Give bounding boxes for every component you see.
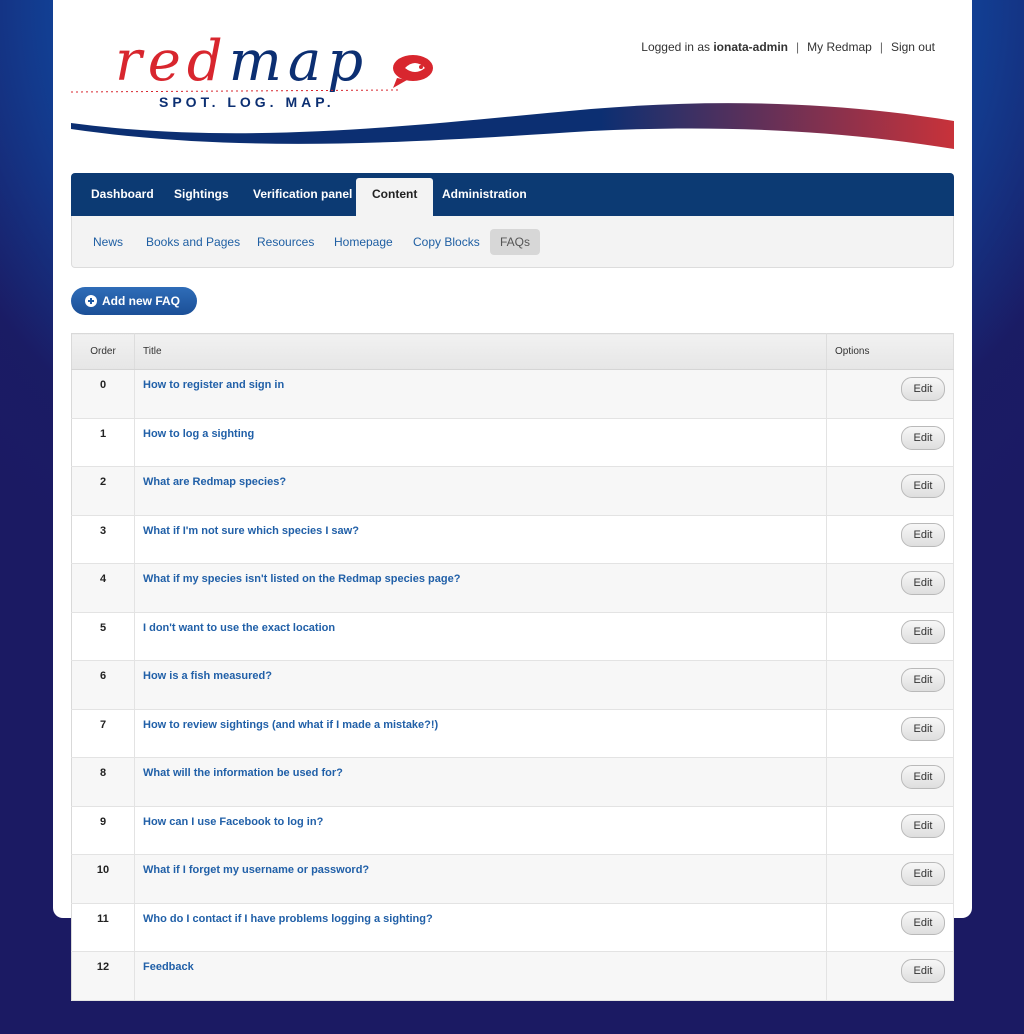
subnav-homepage[interactable]: Homepage <box>324 229 403 255</box>
table-row: 6 How is a fish measured? Edit <box>71 660 954 710</box>
nav-sightings[interactable]: Sightings <box>158 173 245 216</box>
edit-button[interactable]: Edit <box>901 813 945 838</box>
subnav-resources[interactable]: Resources <box>247 229 324 255</box>
faq-title-link[interactable]: How to register and sign in <box>134 369 827 419</box>
edit-button[interactable]: Edit <box>901 765 945 789</box>
faq-title-link[interactable]: What if I forget my username or password… <box>134 854 827 904</box>
faq-title-link[interactable]: I don't want to use the exact location <box>134 612 827 661</box>
table-row: 4 What if my species isn't listed on the … <box>71 563 954 613</box>
faq-order: 7 <box>71 709 135 758</box>
faq-options: Edit <box>826 612 954 661</box>
subnav-books-and-pages[interactable]: Books and Pages <box>136 229 250 255</box>
user-bar: Logged in as ionata-admin | My Redmap | Sign… <box>641 40 935 54</box>
subnav-faqs[interactable]: FAQs <box>490 229 541 255</box>
my-redmap-link[interactable]: My Redmap <box>807 40 872 54</box>
edit-button[interactable]: Edit <box>901 668 945 692</box>
faq-order: 6 <box>71 660 135 710</box>
nav-verification-panel[interactable]: Verification panel <box>237 173 368 216</box>
nav-administration[interactable]: Administration <box>426 173 543 216</box>
faq-options: Edit <box>826 660 954 710</box>
faq-options: Edit <box>826 515 954 564</box>
faq-options: Edit <box>826 709 954 758</box>
faq-table: Order Title Options 0 How to register and… <box>71 333 954 1001</box>
main-container: redmap SPOT. LOG. MAP. Logged in as iona… <box>53 0 972 1001</box>
faq-order: 11 <box>71 903 135 952</box>
table-row: 2 What are Redmap species? Edit <box>71 466 954 516</box>
faq-options: Edit <box>826 903 954 952</box>
faq-table-body: 0 How to register and sign in Edit 1 How to … <box>71 369 954 1001</box>
edit-button[interactable]: Edit <box>901 959 945 983</box>
faq-order: 12 <box>71 951 135 1001</box>
table-row: 1 How to log a sighting Edit <box>71 418 954 467</box>
table-row: 10 What if I forget my username or passwo… <box>71 854 954 904</box>
faq-options: Edit <box>826 806 954 855</box>
column-header-order: Order <box>71 333 135 370</box>
subnav-copy-blocks[interactable]: Copy Blocks <box>403 229 490 255</box>
fish-icon <box>393 55 433 88</box>
faq-title-link[interactable]: How can I use Facebook to log in? <box>134 806 827 855</box>
edit-button[interactable]: Edit <box>901 571 945 595</box>
edit-button[interactable]: Edit <box>901 377 945 401</box>
sub-nav: News Books and Pages Resources Homepage … <box>71 216 954 268</box>
faq-order: 0 <box>71 369 135 419</box>
logo-wordmark: redmap <box>115 29 370 94</box>
edit-button[interactable]: Edit <box>901 619 945 644</box>
faq-order: 10 <box>71 854 135 904</box>
table-row: 11 Who do I contact if I have problems lo… <box>71 903 954 952</box>
edit-button[interactable]: Edit <box>901 522 945 547</box>
edit-button[interactable]: Edit <box>901 862 945 886</box>
edit-button[interactable]: Edit <box>901 910 945 935</box>
faq-title-link[interactable]: Feedback <box>134 951 827 1001</box>
faq-title-link[interactable]: How to review sightings (and what if I m… <box>134 709 827 758</box>
table-row: 7 How to review sightings (and what if I … <box>71 709 954 758</box>
faq-title-link[interactable]: What are Redmap species? <box>134 466 827 516</box>
faq-title-link[interactable]: How is a fish measured? <box>134 660 827 710</box>
faq-options: Edit <box>826 854 954 904</box>
faq-title-link[interactable]: Who do I contact if I have problems logg… <box>134 903 827 952</box>
faq-order: 2 <box>71 466 135 516</box>
faq-options: Edit <box>826 418 954 467</box>
faq-options: Edit <box>826 757 954 807</box>
faq-title-link[interactable]: What if I'm not sure which species I saw… <box>134 515 827 564</box>
table-row: 0 How to register and sign in Edit <box>71 369 954 419</box>
faq-order: 5 <box>71 612 135 661</box>
subnav-news[interactable]: News <box>83 229 133 255</box>
faq-options: Edit <box>826 951 954 1001</box>
faq-order: 9 <box>71 806 135 855</box>
table-header-row: Order Title Options <box>71 333 954 370</box>
nav-content[interactable]: Content <box>356 178 434 216</box>
table-row: 8 What will the information be used for? E… <box>71 757 954 807</box>
table-row: 12 Feedback Edit <box>71 951 954 1001</box>
edit-button[interactable]: Edit <box>901 474 945 498</box>
sign-out-link[interactable]: Sign out <box>891 40 935 54</box>
edit-button[interactable]: Edit <box>901 425 945 450</box>
faq-order: 1 <box>71 418 135 467</box>
plus-circle-icon <box>85 295 97 307</box>
faq-title-link[interactable]: What will the information be used for? <box>134 757 827 807</box>
table-row: 5I don't want to use the exact location E… <box>71 612 954 661</box>
header-wave <box>71 103 954 149</box>
faq-title-link[interactable]: How to log a sighting <box>134 418 827 467</box>
column-header-options: Options <box>826 333 954 370</box>
faq-order: 8 <box>71 757 135 807</box>
add-new-faq-button[interactable]: Add new FAQ <box>71 287 197 315</box>
table-row: 9 How can I use Facebook to log in? Edit <box>71 806 954 855</box>
logged-in-label: Logged in as ionata-admin <box>641 40 789 54</box>
faq-order: 3 <box>71 515 135 564</box>
faq-options: Edit <box>826 369 954 419</box>
faq-options: Edit <box>826 563 954 613</box>
primary-nav: Dashboard Sightings Verification panel C… <box>71 173 954 216</box>
edit-button[interactable]: Edit <box>901 716 945 741</box>
faq-options: Edit <box>826 466 954 516</box>
table-row: 3 What if I'm not sure which species I sa… <box>71 515 954 564</box>
nav-dashboard[interactable]: Dashboard <box>75 173 170 216</box>
faq-order: 4 <box>71 563 135 613</box>
column-header-title: Title <box>134 333 827 370</box>
faq-title-link[interactable]: What if my species isn't listed on the R… <box>134 563 827 613</box>
